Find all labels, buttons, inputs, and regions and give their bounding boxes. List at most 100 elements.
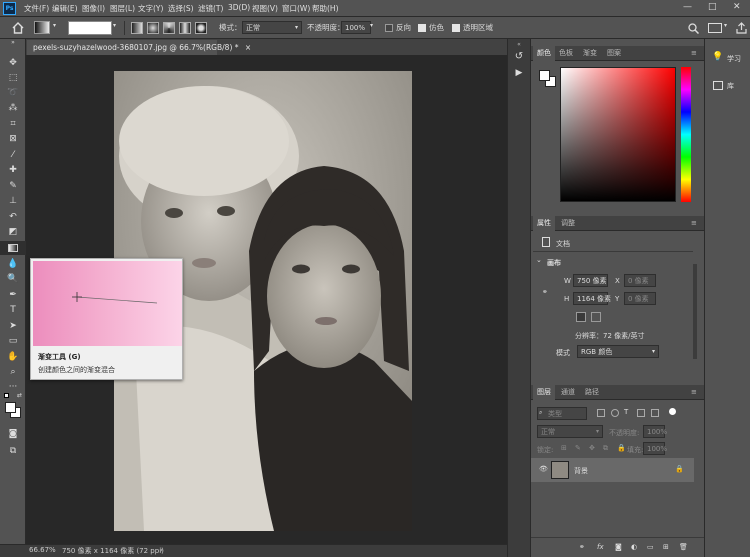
- menu-layer[interactable]: 图层(L): [110, 3, 135, 14]
- menu-filter[interactable]: 滤镜(T): [198, 3, 223, 14]
- properties-scrollbar[interactable]: [693, 264, 697, 359]
- smart-object-filter-icon[interactable]: [651, 409, 659, 417]
- layer-style-icon[interactable]: fx: [597, 543, 604, 551]
- tab-swatches[interactable]: 色板: [555, 46, 577, 61]
- layer-visibility-icon[interactable]: 👁: [539, 465, 548, 473]
- zoom-level[interactable]: 66.67%: [29, 546, 56, 554]
- restore-button[interactable]: □: [708, 2, 717, 12]
- new-group-icon[interactable]: ▭: [647, 543, 654, 551]
- library-icon[interactable]: [713, 81, 723, 90]
- lock-position-icon[interactable]: ✥: [589, 444, 595, 452]
- frame-tool-icon[interactable]: ⊠: [0, 132, 26, 146]
- tab-color[interactable]: 颜色: [533, 46, 555, 61]
- clone-stamp-tool-icon[interactable]: ⊥: [0, 194, 26, 208]
- menu-view[interactable]: 视图(V): [252, 3, 278, 14]
- menu-type[interactable]: 文字(Y): [138, 3, 163, 14]
- shape-filter-icon[interactable]: [637, 409, 645, 417]
- expand-panels-icon[interactable]: «: [508, 41, 530, 48]
- linear-gradient-button[interactable]: [131, 22, 143, 34]
- link-layers-icon[interactable]: ⚭: [579, 543, 585, 551]
- type-filter-icon[interactable]: T: [624, 408, 628, 416]
- layer-name[interactable]: 背景: [574, 466, 588, 476]
- foreground-color-swatch[interactable]: [5, 402, 16, 413]
- pixel-filter-icon[interactable]: [597, 409, 605, 417]
- reverse-checkbox[interactable]: [385, 24, 393, 32]
- home-icon[interactable]: [12, 22, 24, 34]
- filter-toggle-icon[interactable]: [669, 408, 676, 415]
- share-icon[interactable]: [736, 22, 747, 34]
- tab-paths[interactable]: 路径: [581, 385, 603, 400]
- panel-menu-icon[interactable]: ≡: [687, 385, 701, 400]
- delete-layer-icon[interactable]: 🗑: [679, 543, 688, 551]
- marquee-tool-icon[interactable]: ⬚: [0, 71, 26, 85]
- learn-icon[interactable]: 💡: [712, 52, 723, 62]
- magic-wand-tool-icon[interactable]: ⁂: [0, 101, 26, 115]
- path-selection-tool-icon[interactable]: ➤: [0, 319, 26, 333]
- dodge-tool-icon[interactable]: 🔍: [0, 272, 26, 286]
- adjustment-filter-icon[interactable]: [611, 409, 619, 417]
- menu-3d[interactable]: 3D(D): [228, 3, 250, 12]
- panel-menu-icon[interactable]: ≡: [687, 46, 701, 61]
- library-label[interactable]: 库: [727, 81, 734, 91]
- width-input[interactable]: 750 像素: [573, 274, 608, 287]
- history-icon[interactable]: ↺: [508, 51, 530, 62]
- history-brush-tool-icon[interactable]: ↶: [0, 210, 26, 224]
- brush-tool-icon[interactable]: ✎: [0, 179, 26, 193]
- lock-image-icon[interactable]: ✎: [575, 444, 581, 452]
- minimize-button[interactable]: —: [683, 2, 692, 12]
- menu-select[interactable]: 选择(S): [168, 3, 194, 14]
- blur-tool-icon[interactable]: 💧: [0, 257, 26, 271]
- layer-mask-icon[interactable]: ◙: [615, 543, 622, 551]
- gradient-dropdown-icon[interactable]: ▾: [113, 22, 116, 29]
- angle-gradient-button[interactable]: [163, 22, 175, 34]
- new-layer-icon[interactable]: ⊞: [663, 543, 669, 551]
- menu-help[interactable]: 帮助(H): [312, 3, 339, 14]
- layer-row[interactable]: 👁 背景 🔒: [531, 458, 694, 482]
- radial-gradient-button[interactable]: [147, 22, 159, 34]
- menu-image[interactable]: 图像(I): [82, 3, 105, 14]
- tool-preset-picker[interactable]: [34, 21, 50, 34]
- workspace-icon[interactable]: [708, 23, 722, 33]
- gradient-picker[interactable]: [68, 21, 112, 35]
- color-mode-select[interactable]: RGB 颜色 ▾: [577, 345, 659, 358]
- type-tool-icon[interactable]: T: [0, 303, 26, 317]
- diamond-gradient-button[interactable]: [195, 22, 207, 34]
- lock-transparent-icon[interactable]: ⊞: [561, 444, 567, 452]
- landscape-orientation-icon[interactable]: [591, 312, 601, 322]
- mode-select[interactable]: 正常 ▾: [242, 21, 302, 34]
- menu-window[interactable]: 窗口(W): [282, 3, 310, 14]
- menu-file[interactable]: 文件(F): [24, 3, 49, 14]
- opacity-dropdown-icon[interactable]: ▾: [370, 22, 373, 29]
- quick-mask-icon[interactable]: ◙: [0, 427, 26, 441]
- tab-channels[interactable]: 通道: [557, 385, 579, 400]
- workspace-dropdown-icon[interactable]: ▾: [724, 22, 727, 29]
- tab-adjustments[interactable]: 调整: [557, 216, 579, 231]
- link-icon[interactable]: ⚭: [542, 288, 548, 296]
- section-collapse-icon[interactable]: ⌄: [536, 256, 542, 264]
- tab-close-icon[interactable]: ×: [245, 43, 251, 52]
- eraser-tool-icon[interactable]: ◩: [0, 225, 26, 239]
- y-input[interactable]: 0 像素: [624, 292, 656, 305]
- zoom-tool-icon[interactable]: ⌕: [0, 365, 26, 379]
- panel-menu-icon[interactable]: ≡: [687, 216, 701, 231]
- document-tab[interactable]: pexels-suzyhazelwood-3680107.jpg @ 66.7%…: [27, 40, 251, 55]
- learn-label[interactable]: 学习: [727, 54, 741, 64]
- color-fg-swatch[interactable]: [539, 70, 550, 81]
- reflected-gradient-button[interactable]: [179, 22, 191, 34]
- tab-gradients[interactable]: 渐变: [579, 46, 601, 61]
- gradient-tool-icon[interactable]: [0, 241, 26, 255]
- height-input[interactable]: 1164 像素: [573, 292, 611, 305]
- menu-edit[interactable]: 编辑(E): [52, 3, 78, 14]
- x-input[interactable]: 0 像素: [624, 274, 656, 287]
- swap-colors-icon[interactable]: ⇄: [17, 392, 22, 399]
- default-colors-icon[interactable]: [4, 393, 9, 398]
- adjustment-layer-icon[interactable]: ◐: [631, 543, 637, 551]
- hue-slider[interactable]: [681, 67, 691, 202]
- eyedropper-tool-icon[interactable]: ⁄: [0, 148, 26, 162]
- status-menu-icon[interactable]: ›: [160, 546, 163, 554]
- layer-filter-select[interactable]: 类型: [537, 407, 587, 420]
- healing-brush-tool-icon[interactable]: ✚: [0, 163, 26, 177]
- lasso-tool-icon[interactable]: ➰: [0, 86, 26, 100]
- tab-layers[interactable]: 图层: [533, 385, 555, 400]
- transparency-checkbox[interactable]: [452, 24, 460, 32]
